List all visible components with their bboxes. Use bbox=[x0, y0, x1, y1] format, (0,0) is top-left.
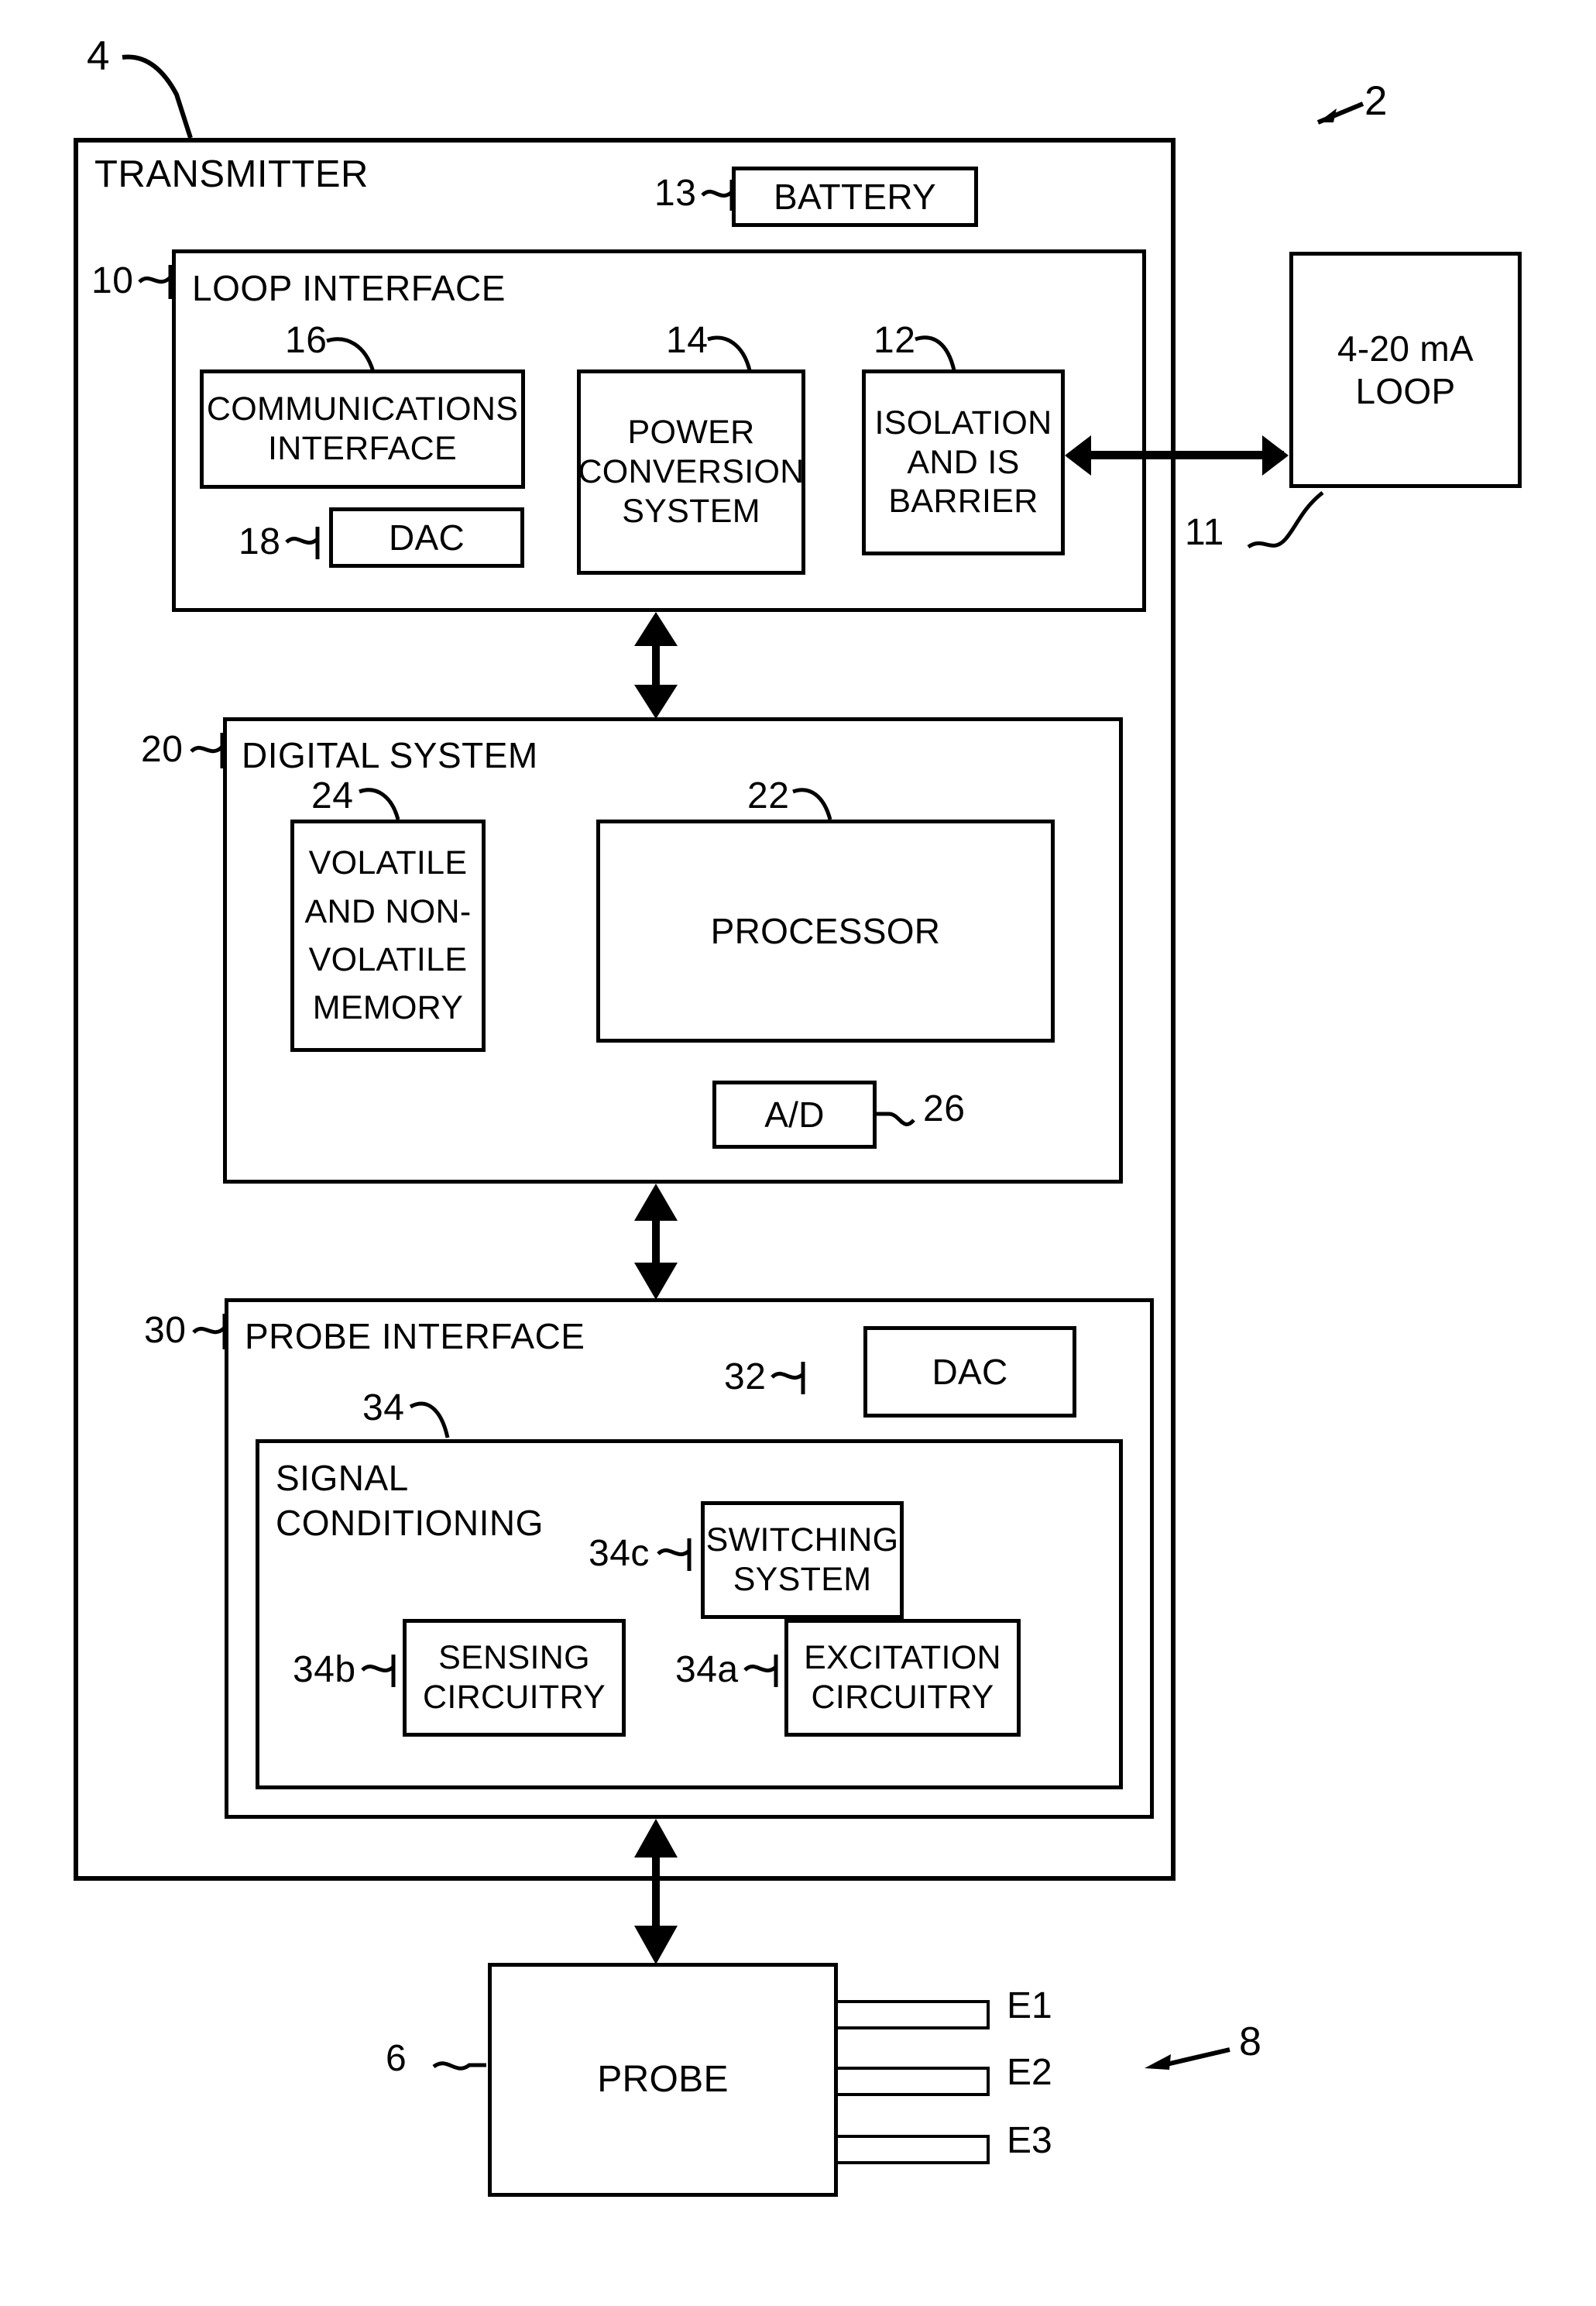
leader-line-probe bbox=[432, 2061, 486, 2071]
adc-block: A/D bbox=[712, 1081, 877, 1149]
probe-dac-label: DAC bbox=[932, 1351, 1008, 1392]
leader-line-signal-conditioning bbox=[409, 1401, 450, 1438]
sense-line2: CIRCUITRY bbox=[422, 1679, 606, 1716]
battery-block: BATTERY bbox=[732, 167, 978, 227]
ref-numeral-probe: 6 bbox=[386, 2038, 407, 2079]
loop-line1: 4-20 mA bbox=[1337, 328, 1474, 369]
electrode-pin-e1 bbox=[835, 2000, 990, 2029]
ref-numeral-processor: 22 bbox=[747, 775, 790, 816]
sw-line2: SYSTEM bbox=[733, 1561, 872, 1598]
exc-line2: CIRCUITRY bbox=[811, 1679, 994, 1716]
ref-numeral-current-loop: 11 bbox=[1185, 512, 1224, 553]
leader-line-excitation-circuitry bbox=[743, 1655, 778, 1687]
electrode-label-e1: E1 bbox=[1007, 1985, 1052, 2026]
ref-numeral-battery: 13 bbox=[654, 173, 697, 214]
leader-line-adc bbox=[877, 1112, 915, 1126]
pcs-line3: SYSTEM bbox=[622, 492, 760, 530]
processor-label: PROCESSOR bbox=[710, 910, 941, 951]
loop-connection-arrowhead-left bbox=[1065, 435, 1091, 476]
probe-block: PROBE bbox=[488, 1963, 838, 2197]
leader-line-probe-dac bbox=[771, 1362, 805, 1394]
loop-interface-title: LOOP INTERFACE bbox=[192, 268, 506, 308]
power-conversion-label: POWER CONVERSION SYSTEM bbox=[573, 413, 808, 531]
ref-numeral-system: 2 bbox=[1364, 78, 1388, 124]
ref-numeral-probe-interface: 30 bbox=[144, 1310, 187, 1351]
power-conversion-block: POWER CONVERSION SYSTEM bbox=[577, 369, 805, 575]
sense-line1: SENSING bbox=[438, 1639, 590, 1677]
probe-interface-title: PROBE INTERFACE bbox=[245, 1316, 585, 1356]
communications-interface-block: COMMUNICATIONS INTERFACE bbox=[200, 369, 525, 489]
loop-connection-arrowhead-right bbox=[1262, 435, 1289, 476]
sc-title-line2: CONDITIONING bbox=[276, 1502, 544, 1543]
excitation-circuitry-label: EXCITATION CIRCUITRY bbox=[799, 1638, 1006, 1717]
electrode-label-e2: E2 bbox=[1007, 2052, 1052, 2093]
current-loop-block: 4-20 mA LOOP bbox=[1289, 252, 1522, 488]
ref-numeral-memory: 24 bbox=[311, 775, 354, 816]
ref-numeral-sensing-circuitry: 34b bbox=[293, 1649, 356, 1690]
isolation-barrier-block: ISOLATION AND IS BARRIER bbox=[862, 369, 1065, 555]
comm-line1: COMMUNICATIONS bbox=[206, 390, 519, 428]
mem-line2: AND NON- bbox=[304, 892, 472, 930]
iso-line1: ISOLATION bbox=[874, 404, 1052, 442]
ref-numeral-excitation-circuitry: 34a bbox=[675, 1649, 739, 1690]
pcs-line1: POWER bbox=[627, 414, 755, 452]
leader-line-system bbox=[1316, 101, 1364, 125]
ref-numeral-loop-dac: 18 bbox=[239, 521, 281, 562]
electrode-pin-e2 bbox=[835, 2067, 990, 2096]
ref-numeral-power-conversion: 14 bbox=[666, 320, 709, 361]
switching-system-label: SWITCHING SYSTEM bbox=[702, 1521, 904, 1599]
ref-numeral-adc: 26 bbox=[923, 1088, 966, 1129]
transmitter-title: TRANSMITTER bbox=[94, 153, 369, 195]
sc-title-line1: SIGNAL bbox=[276, 1458, 409, 1498]
sw-line1: SWITCHING bbox=[705, 1521, 899, 1559]
processor-block: PROCESSOR bbox=[596, 820, 1055, 1043]
leader-line-current-loop bbox=[1247, 491, 1324, 549]
leader-line-switching-system bbox=[657, 1538, 692, 1571]
sensing-circuitry-block: SENSING CIRCUITRY bbox=[403, 1619, 626, 1737]
probe-dac-block: DAC bbox=[863, 1326, 1076, 1418]
memory-label: VOLATILE AND NON- VOLATILE MEMORY bbox=[300, 839, 475, 1032]
digital-system-title: DIGITAL SYSTEM bbox=[242, 735, 538, 775]
switching-system-block: SWITCHING SYSTEM bbox=[701, 1501, 904, 1619]
signal-conditioning-title: SIGNAL CONDITIONING bbox=[276, 1456, 544, 1545]
pcs-line2: CONVERSION bbox=[578, 453, 805, 491]
leader-line-loop-dac bbox=[285, 527, 320, 559]
ref-numeral-signal-conditioning: 34 bbox=[362, 1387, 405, 1428]
electrode-label-e3: E3 bbox=[1007, 2120, 1052, 2161]
exc-line1: EXCITATION bbox=[804, 1639, 1001, 1677]
memory-block: VOLATILE AND NON- VOLATILE MEMORY bbox=[290, 820, 486, 1052]
battery-label: BATTERY bbox=[774, 176, 936, 217]
communications-interface-label: COMMUNICATIONS INTERFACE bbox=[202, 390, 523, 468]
ref-numeral-switching-system: 34c bbox=[589, 1533, 650, 1574]
patent-figure-sheet: 2 4 TRANSMITTER 13 BATTERY 10 LOOP INTER… bbox=[0, 0, 1596, 2306]
electrode-pin-e3 bbox=[835, 2135, 990, 2164]
isolation-barrier-label: ISOLATION AND IS BARRIER bbox=[870, 404, 1057, 521]
excitation-circuitry-block: EXCITATION CIRCUITRY bbox=[784, 1619, 1021, 1737]
iso-line2: AND IS bbox=[907, 443, 1020, 481]
mem-line3: VOLATILE bbox=[308, 941, 468, 978]
loop-line2: LOOP bbox=[1355, 370, 1456, 411]
ref-numeral-transmitter: 4 bbox=[87, 33, 110, 79]
ref-numeral-digital-system: 20 bbox=[141, 729, 184, 770]
loop-dac-block: DAC bbox=[329, 507, 524, 568]
ref-numeral-communications-interface: 16 bbox=[285, 320, 328, 361]
comm-line2: INTERFACE bbox=[268, 430, 458, 467]
ref-numeral-probe-dac: 32 bbox=[724, 1356, 767, 1397]
current-loop-label: 4-20 mA LOOP bbox=[1333, 328, 1478, 412]
loop-dac-label: DAC bbox=[388, 517, 465, 558]
iso-line3: BARRIER bbox=[888, 483, 1038, 521]
sensing-circuitry-label: SENSING CIRCUITRY bbox=[418, 1638, 610, 1717]
ref-numeral-probe-assembly: 8 bbox=[1239, 2019, 1262, 2064]
loop-connection-arrow-shaft bbox=[1084, 451, 1284, 459]
probe-label: PROBE bbox=[597, 2058, 729, 2100]
ref-numeral-isolation-barrier: 12 bbox=[874, 320, 916, 361]
leader-line-transmitter bbox=[122, 54, 193, 139]
ref-numeral-loop-interface: 10 bbox=[91, 260, 134, 301]
leader-line-sensing-circuitry bbox=[361, 1655, 396, 1687]
adc-label: A/D bbox=[764, 1094, 825, 1135]
mem-line4: MEMORY bbox=[312, 989, 464, 1027]
mem-line1: VOLATILE bbox=[308, 844, 468, 882]
